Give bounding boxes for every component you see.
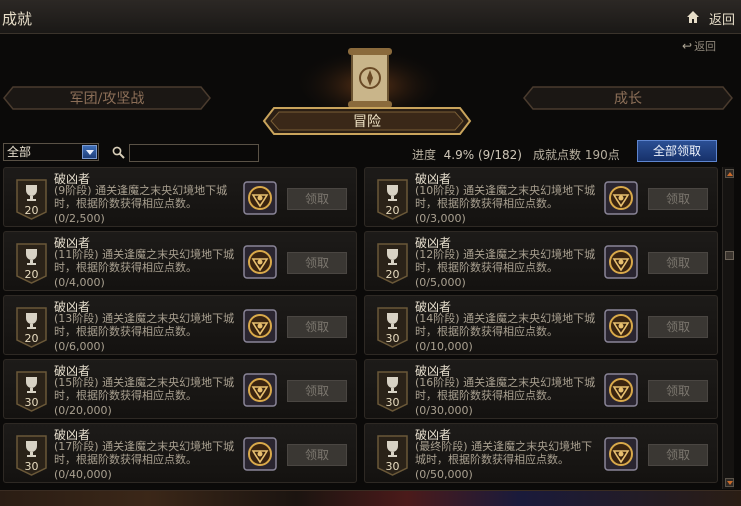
reward-emblem-icon[interactable] bbox=[604, 437, 638, 471]
search-icon bbox=[112, 146, 125, 159]
claim-button[interactable]: 领取 bbox=[287, 252, 347, 274]
achievement-description: (最终阶段) 通关逢魔之末央幻境地下城时，根据阶数获得相应点数。 bbox=[415, 440, 593, 466]
reward-emblem-icon[interactable] bbox=[604, 309, 638, 343]
points-value: 20 bbox=[385, 204, 400, 217]
chevron-down-icon[interactable] bbox=[82, 145, 97, 159]
claim-button[interactable]: 领取 bbox=[287, 316, 347, 338]
claim-button[interactable]: 领取 bbox=[287, 380, 347, 402]
achievement-card: 30 破凶者 (最终阶段) 通关逢魔之末央幻境地下城时，根据阶数获得相应点数。 (0/… bbox=[364, 423, 718, 483]
progress-summary: 进度 4.9% (9/182) bbox=[412, 148, 522, 162]
achievement-points-badge: 20 bbox=[376, 178, 409, 220]
points-value: 20 bbox=[24, 332, 39, 345]
claim-button[interactable]: 领取 bbox=[648, 380, 708, 402]
achievement-card: 30 破凶者 (15阶段) 通关逢魔之末央幻境地下城时，根据阶数获得相应点数。 (0/… bbox=[3, 359, 357, 419]
achievement-progress: (0/3,000) bbox=[415, 212, 466, 225]
list-scrollbar[interactable] bbox=[722, 167, 734, 489]
achievement-points-badge: 30 bbox=[15, 434, 48, 476]
claim-button[interactable]: 领取 bbox=[287, 444, 347, 466]
achievement-description: (11阶段) 通关逢魔之末央幻境地下城时，根据阶数获得相应点数。 bbox=[54, 248, 235, 274]
scroll-thumb[interactable] bbox=[725, 251, 734, 260]
claim-button[interactable]: 领取 bbox=[648, 316, 708, 338]
achievement-points-badge: 20 bbox=[15, 242, 48, 284]
achievement-progress: (0/30,000) bbox=[415, 404, 473, 417]
achievement-list: 20 破凶者 (9阶段) 通关逢魔之末央幻境地下城时，根据阶数获得相应点数。 (0/2… bbox=[3, 167, 721, 489]
adventure-scroll-emblem bbox=[300, 48, 440, 114]
achievement-description: (16阶段) 通关逢魔之末央幻境地下城时，根据阶数获得相应点数。 bbox=[415, 376, 596, 402]
points-value: 20 bbox=[24, 268, 39, 281]
home-icon[interactable] bbox=[686, 10, 700, 24]
achievement-description: (13阶段) 通关逢魔之末央幻境地下城时，根据阶数获得相应点数。 bbox=[54, 312, 235, 338]
achievement-card: 20 破凶者 (10阶段) 通关逢魔之末央幻境地下城时，根据阶数获得相应点数。 (0/… bbox=[364, 167, 718, 227]
category-filter-select[interactable]: 全部 bbox=[3, 143, 99, 161]
search-input[interactable] bbox=[129, 144, 259, 162]
achievement-card: 30 破凶者 (16阶段) 通关逢魔之末央幻境地下城时，根据阶数获得相应点数。 (0/… bbox=[364, 359, 718, 419]
title-bar: 成就 返回 bbox=[0, 0, 741, 34]
achievement-progress: (0/4,000) bbox=[54, 276, 105, 289]
tab-legion-siege[interactable]: 军团/攻坚战 bbox=[3, 86, 211, 110]
points-value: 30 bbox=[385, 460, 400, 473]
achievement-description: (14阶段) 通关逢魔之末央幻境地下城时，根据阶数获得相应点数。 bbox=[415, 312, 596, 338]
claim-button[interactable]: 领取 bbox=[648, 188, 708, 210]
points-value: 30 bbox=[385, 396, 400, 409]
claim-button[interactable]: 领取 bbox=[648, 252, 708, 274]
achievement-card: 20 破凶者 (9阶段) 通关逢魔之末央幻境地下城时，根据阶数获得相应点数。 (0/2… bbox=[3, 167, 357, 227]
achievement-description: (10阶段) 通关逢魔之末央幻境地下城时，根据阶数获得相应点数。 bbox=[415, 184, 596, 210]
achievement-progress: (0/40,000) bbox=[54, 468, 112, 481]
claim-button[interactable]: 领取 bbox=[648, 444, 708, 466]
achievement-progress: (0/6,000) bbox=[54, 340, 105, 353]
points-value: 20 bbox=[385, 268, 400, 281]
achievement-progress: (0/10,000) bbox=[415, 340, 473, 353]
points-summary: 成就点数 190点 bbox=[533, 148, 620, 162]
achievement-points-badge: 20 bbox=[376, 242, 409, 284]
back-button[interactable]: 返回 bbox=[709, 9, 735, 28]
scroll-up-arrow-icon[interactable] bbox=[725, 169, 734, 178]
claim-all-button[interactable]: 全部领取 bbox=[637, 140, 717, 162]
achievement-points-badge: 30 bbox=[376, 434, 409, 476]
achievement-points-badge: 20 bbox=[15, 306, 48, 348]
achievement-points-badge: 30 bbox=[376, 370, 409, 412]
reward-emblem-icon[interactable] bbox=[604, 245, 638, 279]
achievement-description: (15阶段) 通关逢魔之末央幻境地下城时，根据阶数获得相应点数。 bbox=[54, 376, 235, 402]
tab-adventure[interactable]: 冒险 bbox=[262, 105, 472, 137]
sub-back-button[interactable]: ↩ 返回 bbox=[682, 38, 716, 54]
achievement-progress: (0/20,000) bbox=[54, 404, 112, 417]
achievement-card: 30 破凶者 (14阶段) 通关逢魔之末央幻境地下城时，根据阶数获得相应点数。 (0/… bbox=[364, 295, 718, 355]
points-value: 30 bbox=[24, 460, 39, 473]
achievement-progress: (0/5,000) bbox=[415, 276, 466, 289]
achievement-description: (12阶段) 通关逢魔之末央幻境地下城时，根据阶数获得相应点数。 bbox=[415, 248, 596, 274]
points-value: 30 bbox=[385, 332, 400, 345]
achievement-progress: (0/50,000) bbox=[415, 468, 473, 481]
tab-growth[interactable]: 成长 bbox=[523, 86, 733, 110]
points-value: 30 bbox=[24, 396, 39, 409]
game-background-strip bbox=[0, 490, 741, 506]
reward-emblem-icon[interactable] bbox=[243, 181, 277, 215]
points-value: 20 bbox=[24, 204, 39, 217]
achievement-description: (9阶段) 通关逢魔之末央幻境地下城时，根据阶数获得相应点数。 bbox=[54, 184, 228, 210]
achievement-points-badge: 30 bbox=[15, 370, 48, 412]
achievement-card: 30 破凶者 (17阶段) 通关逢魔之末央幻境地下城时，根据阶数获得相应点数。 (0/… bbox=[3, 423, 357, 483]
reward-emblem-icon[interactable] bbox=[604, 373, 638, 407]
reward-emblem-icon[interactable] bbox=[243, 373, 277, 407]
reward-emblem-icon[interactable] bbox=[604, 181, 638, 215]
achievement-progress: (0/2,500) bbox=[54, 212, 105, 225]
achievement-card: 20 破凶者 (13阶段) 通关逢魔之末央幻境地下城时，根据阶数获得相应点数。 (0/… bbox=[3, 295, 357, 355]
achievement-points-badge: 20 bbox=[15, 178, 48, 220]
reward-emblem-icon[interactable] bbox=[243, 437, 277, 471]
achievement-description: (17阶段) 通关逢魔之末央幻境地下城时，根据阶数获得相应点数。 bbox=[54, 440, 235, 466]
reward-emblem-icon[interactable] bbox=[243, 245, 277, 279]
achievement-card: 20 破凶者 (11阶段) 通关逢魔之末央幻境地下城时，根据阶数获得相应点数。 (0/… bbox=[3, 231, 357, 291]
achievement-points-badge: 30 bbox=[376, 306, 409, 348]
claim-button[interactable]: 领取 bbox=[287, 188, 347, 210]
return-arrow-icon: ↩ bbox=[682, 39, 693, 53]
achievement-card: 20 破凶者 (12阶段) 通关逢魔之末央幻境地下城时，根据阶数获得相应点数。 (0/… bbox=[364, 231, 718, 291]
reward-emblem-icon[interactable] bbox=[243, 309, 277, 343]
window-title: 成就 bbox=[2, 10, 33, 28]
scroll-down-arrow-icon[interactable] bbox=[725, 478, 734, 487]
